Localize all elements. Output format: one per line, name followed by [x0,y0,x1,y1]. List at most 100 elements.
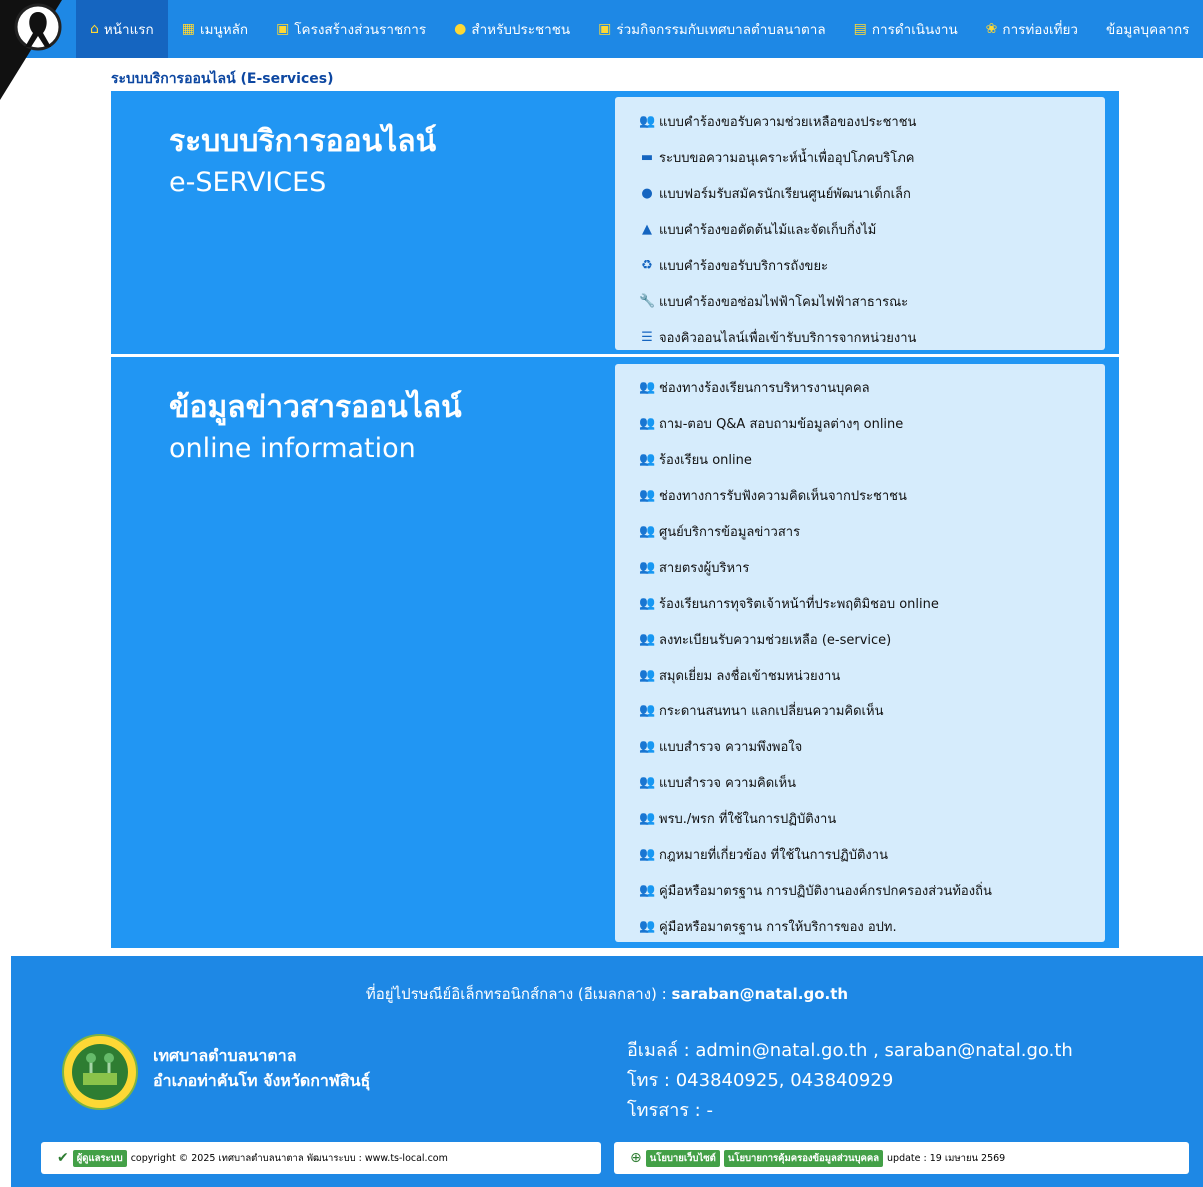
grid-icon: ▦ [181,21,195,37]
org-name-line1: เทศบาลตำบลนาตาล [153,1046,297,1065]
users-icon: 👥 [639,452,656,468]
info-link-label: ศูนย์บริการข้อมูลข่าวสาร [659,525,801,540]
eservices-link-list: 👥 แบบคำร้องขอรับความช่วยเหลือของประชาชน ▬ ร… [615,97,1105,350]
eservice-link[interactable]: ▲ แบบคำร้องขอตัดต้นไม้และจัดเก็บกิ่งไม้ [639,211,1105,247]
users-icon: 👥 [639,667,656,683]
eservice-link-label: แบบคำร้องขอตัดต้นไม้และจัดเก็บกิ่งไม้ [659,222,877,238]
info-link-label: กฎหมายที่เกี่ยวข้อง ที่ใช้ในการปฏิบัติงา… [659,848,888,864]
copyright-text: copyright © 2025 เทศบาลตำบลนาตาล พัฒนาระ… [130,1152,448,1164]
info-link-label: ช่องทางการรับฟังความคิดเห็นจากประชาชน [659,489,907,505]
users-icon: 👥 [639,380,656,396]
users-icon: 👥 [639,631,656,647]
calendar-icon: ▣ [276,21,290,37]
users-icon: 👥 [639,488,656,504]
list-icon: ☰ [641,329,653,345]
info-link[interactable]: 👥 ถาม-ตอบ Q&A สอบถามข้อมูลต่างๆ online [639,406,1105,442]
eservice-link[interactable]: 👥 แบบคำร้องขอรับความช่วยเหลือของประชาชน [639,103,1105,139]
info-link[interactable]: 👥 ร้องเรียนการทุจริตเจ้าหน้าที่ประพฤติมิช… [639,585,1105,621]
tree-icon: ▲ [642,221,652,237]
municipality-seal-icon [62,1034,138,1110]
flower-icon: ❀ [985,21,998,37]
info-link[interactable]: 👥 แบบสำรวจ ความพึงพอใจ [639,729,1105,765]
users-icon: 👥 [639,113,656,129]
eservice-link-label: ระบบขอความอนุเคราะห์น้ำเพื่ออุปโภคบริโภค [659,150,915,166]
info-link-list: 👥 ช่องทางร้องเรียนการบริหารงานบุคคล 👥 ถาม-ต… [615,364,1105,942]
info-link[interactable]: 👥 กฎหมายที่เกี่ยวข้อง ที่ใช้ในการปฏิบัติง… [639,837,1105,873]
info-link[interactable]: 👥 ลงทะเบียนรับความช่วยเหลือ (e-service) [639,621,1105,657]
users-icon: 👥 [639,559,656,575]
users-icon: 👥 [639,847,656,863]
eservice-link-label: จองคิวออนไลน์เพื่อเข้ารับบริการจากหน่วยง… [659,330,917,346]
info-title-th: ข้อมูลข่าวสารออนไลน์ [169,390,462,425]
comment-icon: ● [641,185,653,201]
policy-bar: ⊕ นโยบายเว็บไซต์ นโยบายการคุ้มครองข้อมูล… [614,1142,1189,1174]
users-icon: 👥 [639,703,656,719]
top-navigation: ⌂ หน้าแรก ▦ เมนูหลัก ▣ โครงสร้างส่วนราชการ ● สำ… [0,0,1203,58]
eservice-link[interactable]: 🔧 แบบคำร้องขอซ่อมไฟฟ้าโคมไฟฟ้าสาธารณะ [639,283,1105,319]
info-link-label: ลงทะเบียนรับความช่วยเหลือ (e-service) [659,632,892,648]
mourning-ribbon-icon [0,0,62,100]
nav-item-label: ร่วมกิจกรรมกับเทศบาลตำบลนาตาล [616,22,826,38]
nav-item-2[interactable]: ▣ โครงสร้างส่วนราชการ [262,0,440,58]
shield-check-icon: ✔ [57,1150,69,1166]
wrench-icon: 🔧 [639,293,656,309]
website-policy-button[interactable]: นโยบายเว็บไซต์ [645,1149,720,1167]
eservice-link[interactable]: ♻ แบบคำร้องขอรับบริการถังขยะ [639,247,1105,283]
users-icon: 👥 [639,524,656,539]
nav-item-label: สำหรับประชาชน [471,22,571,38]
info-link[interactable]: 👥 คู่มือหรือมาตรฐาน การให้บริการของ อปท. [639,908,1105,944]
contact-email: อีเมลล์ : admin@natal.go.th , saraban@na… [627,1040,1073,1061]
info-link-label: กระดานสนทนา แลกเปลี่ยนความคิดเห็น [659,704,884,720]
nav-item-7[interactable]: ข้อมูลบุคลากร [1092,0,1203,58]
update-date: update : 19 เมษายน 2569 [887,1152,1006,1164]
admin-login-button[interactable]: ผู้ดูแลระบบ [72,1149,127,1167]
users-icon: 👥 [639,882,656,898]
info-link-label: พรบ./พรก ที่ใช้ในการปฏิบัติงาน [659,812,837,828]
recycle-icon: ♻ [641,257,653,273]
users-icon: 👥 [639,416,656,432]
info-link[interactable]: 👥 พรบ./พรก ที่ใช้ในการปฏิบัติงาน [639,801,1105,837]
eservices-title-en: e-SERVICES [169,167,327,198]
info-link[interactable]: 👥 ช่องทางการรับฟังความคิดเห็นจากประชาชน [639,478,1105,514]
info-link[interactable]: 👥 ศูนย์บริการข้อมูลข่าวสาร [639,514,1105,550]
nav-item-3[interactable]: ● สำหรับประชาชน [440,0,584,58]
info-link[interactable]: 👥 สายตรงผู้บริหาร [639,549,1105,585]
info-link-label: ร้องเรียนการทุจริตเจ้าหน้าที่ประพฤติมิชอ… [659,596,939,612]
eservice-link-label: แบบคำร้องขอซ่อมไฟฟ้าโคมไฟฟ้าสาธารณะ [659,294,909,310]
info-headline: ข้อมูลข่าวสารออนไลน์ online information [169,387,462,469]
info-link-label: ร้องเรียน online [659,453,752,469]
eservice-link[interactable]: ▬ ระบบขอความอนุเคราะห์น้ำเพื่ออุปโภคบริโภ… [639,139,1105,175]
info-link-label: ช่องทางร้องเรียนการบริหารงานบุคคล [659,381,870,397]
info-link[interactable]: 👥 กระดานสนทนา แลกเปลี่ยนความคิดเห็น [639,693,1105,729]
users-icon: 👥 [639,739,656,755]
nav-item-5[interactable]: ▤ การดำเนินงาน [840,0,972,58]
info-link-label: แบบสำรวจ ความคิดเห็น [659,776,797,792]
contact-info: อีเมลล์ : admin@natal.go.th , saraban@na… [627,1036,1073,1126]
info-link-label: ถาม-ตอบ Q&A สอบถามข้อมูลต่างๆ online [659,417,904,433]
nav-item-6[interactable]: ❀ การท่องเที่ยว [972,0,1092,58]
nav-item-1[interactable]: ▦ เมนูหลัก [168,0,262,58]
info-link[interactable]: 👥 ช่องทางร้องเรียนการบริหารงานบุคคล [639,370,1105,406]
copyright-bar: ✔ ผู้ดูแลระบบ copyright © 2025 เทศบาลตำบ… [41,1142,601,1174]
info-link[interactable]: 👥 แบบสำรวจ ความคิดเห็น [639,765,1105,801]
nav-item-label: การท่องเที่ยว [1002,22,1079,38]
info-link-label: สมุดเยี่ยม ลงชื่อเข้าชมหน่วยงาน [659,668,841,684]
org-name-line2: อำเภอท่าคันโท จังหวัดกาฬสินธุ์ [153,1071,371,1090]
info-link[interactable]: 👥 คู่มือหรือมาตรฐาน การปฏิบัติงานองค์กรปก… [639,872,1105,908]
eservice-link-label: แบบคำร้องขอรับบริการถังขยะ [659,258,829,274]
eservice-link-label: แบบฟอร์มรับสมัครนักเรียนศูนย์พัฒนาเด็กเล… [659,186,911,202]
id-card-icon: ▬ [640,149,654,165]
user-circle-icon: ● [454,21,467,37]
info-link[interactable]: 👥 สมุดเยี่ยม ลงชื่อเข้าชมหน่วยงาน [639,657,1105,693]
eservice-link[interactable]: ☰ จองคิวออนไลน์เพื่อเข้ารับบริการจากหน่วย… [639,319,1105,355]
nav-item-4[interactable]: ▣ ร่วมกิจกรรมกับเทศบาลตำบลนาตาล [584,0,840,58]
calendar-icon: ▣ [598,21,612,37]
central-email-line: ที่อยู่ไปรษณีย์อิเล็กทรอนิกส์กลาง (อีเมล… [11,982,1203,1006]
central-email-link[interactable]: saraban@natal.go.th [671,985,848,1003]
eservice-link[interactable]: ● แบบฟอร์มรับสมัครนักเรียนศูนย์พัฒนาเด็กเ… [639,175,1105,211]
privacy-policy-button[interactable]: นโยบายการคุ้มครองข้อมูลส่วนบุคคล [723,1149,884,1167]
info-link[interactable]: 👥 ร้องเรียน online [639,442,1105,478]
nav-item-label: โครงสร้างส่วนราชการ [294,22,427,38]
eservices-headline: ระบบบริการออนไลน์ e-SERVICES [169,121,436,203]
info-link-label: คู่มือหรือมาตรฐาน การปฏิบัติงานองค์กรปกค… [659,883,992,899]
